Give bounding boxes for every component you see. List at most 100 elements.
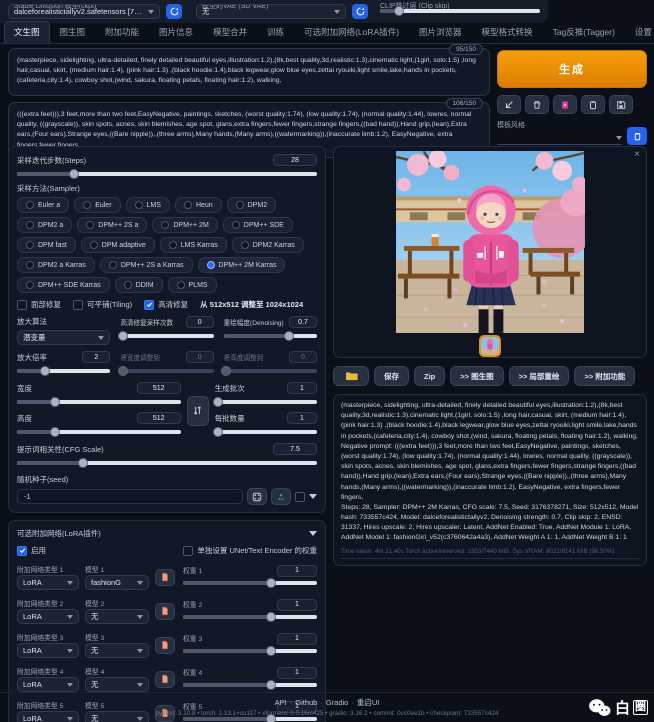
lora-weight-value-1[interactable]: 1 [277, 565, 317, 577]
lora-model-info-button-4[interactable] [155, 671, 175, 688]
seed-input[interactable]: -1 [17, 489, 243, 504]
denoise-value[interactable]: 0.7 [289, 316, 317, 328]
batch-size-value[interactable]: 1 [287, 412, 317, 424]
steps-value[interactable]: 28 [273, 154, 317, 166]
footer-link-reload-ui[interactable]: 重启UI [357, 698, 380, 707]
upscale-by-value[interactable]: 2 [82, 351, 110, 363]
sampler-dpmpp-2s-a-karras[interactable]: DPM++ 2S a Karras [100, 257, 193, 273]
sampler-lms[interactable]: LMS [126, 197, 170, 213]
width-slider[interactable] [17, 397, 181, 407]
sampler-ddim[interactable]: DDIM [115, 277, 163, 293]
footer-link-gradio[interactable]: Gradio [326, 698, 349, 707]
lora-model-info-button-2[interactable] [155, 603, 175, 620]
tab-model-converter[interactable]: 模型格式转换 [472, 21, 543, 43]
tab-settings[interactable]: 设置 [625, 21, 654, 43]
tab-additional-networks[interactable]: 可选附加网络(LoRA插件) [294, 21, 409, 43]
paste-generation-params-button[interactable] [497, 95, 521, 114]
close-icon[interactable]: × [634, 149, 640, 160]
cfg-slider[interactable] [17, 458, 317, 468]
tab-tagger[interactable]: Tag反推(Tagger) [543, 21, 625, 43]
tab-image-browser[interactable]: 图片浏览器 [409, 21, 472, 43]
gallery-thumbnail[interactable] [479, 335, 501, 357]
reuse-seed-button[interactable] [271, 488, 291, 505]
height-slider[interactable] [17, 427, 181, 437]
apply-style-button[interactable] [581, 95, 605, 114]
hires-fix-checkbox[interactable]: 高清修复 [144, 299, 188, 310]
tab-txt2img[interactable]: 文生图 [4, 21, 50, 43]
extra-seed-checkbox[interactable] [295, 492, 305, 502]
lora-type-select-3[interactable]: LoRA [17, 643, 79, 658]
lora-type-select-1[interactable]: LoRA [17, 575, 79, 590]
lora-weight-value-3[interactable]: 1 [277, 633, 317, 645]
sampler-dpmpp-2m[interactable]: DPM++ 2M [152, 217, 217, 233]
lora-separate-weights-checkbox[interactable]: 单独设置 UNet/Text Encoder 的权重 [183, 545, 317, 556]
sampler-dpm2-a[interactable]: DPM2 a [17, 217, 72, 233]
upscale-by-slider[interactable] [17, 366, 110, 376]
steps-slider[interactable] [17, 169, 317, 179]
lora-weight-slider-1[interactable] [183, 578, 317, 588]
sampler-dpm-fast[interactable]: DPM fast [17, 237, 76, 253]
checkpoint-select[interactable]: Stable Diffusion 模型(ckpt) dalceforealist… [8, 4, 160, 19]
lora-model-info-button-3[interactable] [155, 637, 175, 654]
lora-type-select-4[interactable]: LoRA [17, 677, 79, 692]
send-to-extras-button[interactable]: >> 附加功能 [574, 366, 635, 386]
tab-extras[interactable]: 附加功能 [95, 21, 149, 43]
sampler-dpm-adaptive[interactable]: DPM adaptive [81, 237, 155, 253]
cfg-value[interactable]: 7.5 [273, 443, 317, 455]
sampler-euler[interactable]: Euler [74, 197, 120, 213]
restore-faces-checkbox[interactable]: 面部修复 [17, 299, 61, 310]
hires-steps-value[interactable]: 0 [186, 316, 214, 328]
refresh-checkpoint-button[interactable] [166, 4, 182, 19]
tab-checkpoint-merger[interactable]: 模型合并 [203, 21, 257, 43]
sampler-dpm2[interactable]: DPM2 [227, 197, 276, 213]
lora-enable-checkbox[interactable]: 启用 [17, 545, 46, 556]
sampler-lms-karras[interactable]: LMS Karras [160, 237, 227, 253]
send-to-img2img-button[interactable]: >> 图生图 [450, 366, 503, 386]
upscaler-select[interactable]: 潜变量 [17, 330, 110, 345]
generated-image[interactable] [395, 151, 585, 333]
send-to-inpaint-button[interactable]: >> 局部重绘 [509, 366, 570, 386]
zip-button[interactable]: Zip [414, 366, 445, 386]
sampler-dpmpp-sde-karras[interactable]: DPM++ SDE Karras [17, 277, 110, 293]
vae-select[interactable]: 模型的VAE (SD VAE) 无 [196, 4, 346, 19]
styles-select[interactable] [497, 132, 622, 145]
height-value[interactable]: 512 [137, 412, 181, 424]
batch-size-slider[interactable] [215, 427, 317, 437]
seed-extra-chevron-icon[interactable] [309, 494, 317, 499]
tab-png-info[interactable]: 图片信息 [149, 21, 203, 43]
lora-model-select-4[interactable]: 无 [85, 677, 149, 692]
sampler-heun[interactable]: Heun [175, 197, 222, 213]
open-folder-button[interactable] [333, 366, 369, 386]
clear-prompt-button[interactable] [525, 95, 549, 114]
lora-model-select-2[interactable]: 无 [85, 609, 149, 624]
lora-weight-slider-4[interactable] [183, 680, 317, 690]
random-seed-button[interactable] [247, 488, 267, 505]
footer-link-github[interactable]: Github [295, 698, 317, 707]
save-button[interactable]: 保存 [374, 366, 409, 386]
sampler-dpmpp-sde[interactable]: DPM++ SDE [223, 217, 293, 233]
styles-apply-button[interactable] [627, 127, 647, 145]
width-value[interactable]: 512 [137, 382, 181, 394]
swap-dimensions-button[interactable] [187, 396, 209, 426]
lora-model-select-1[interactable]: fashionG [85, 575, 149, 590]
sampler-euler-a[interactable]: Euler a [17, 197, 69, 213]
extra-networks-button[interactable] [553, 95, 577, 114]
generate-button[interactable]: 生成 [497, 50, 647, 88]
batch-count-slider[interactable] [215, 397, 317, 407]
lora-type-select-2[interactable]: LoRA [17, 609, 79, 624]
tiling-checkbox[interactable]: 可平铺(Tiling) [73, 299, 132, 310]
tab-train[interactable]: 训练 [257, 21, 294, 43]
save-style-button[interactable] [609, 95, 633, 114]
denoise-slider[interactable] [224, 331, 317, 341]
sampler-dpmpp-2m-karras[interactable]: DPM++ 2M Karras [198, 257, 286, 273]
batch-count-value[interactable]: 1 [287, 382, 317, 394]
sampler-dpm2-a-karras[interactable]: DPM2 a Karras [17, 257, 95, 273]
clip-skip-slider[interactable]: CLIP跳过层 (Clip skip) [380, 5, 540, 18]
sampler-dpmpp-2s-a[interactable]: DPM++ 2S a [77, 217, 147, 233]
lora-weight-slider-3[interactable] [183, 646, 317, 656]
lora-weight-slider-2[interactable] [183, 612, 317, 622]
prompt-input[interactable]: 95/150 (masterpiece, sidelighting, ultra… [8, 48, 490, 96]
lora-weight-value-4[interactable]: 1 [277, 667, 317, 679]
lora-weight-value-2[interactable]: 1 [277, 599, 317, 611]
lora-model-select-3[interactable]: 无 [85, 643, 149, 658]
